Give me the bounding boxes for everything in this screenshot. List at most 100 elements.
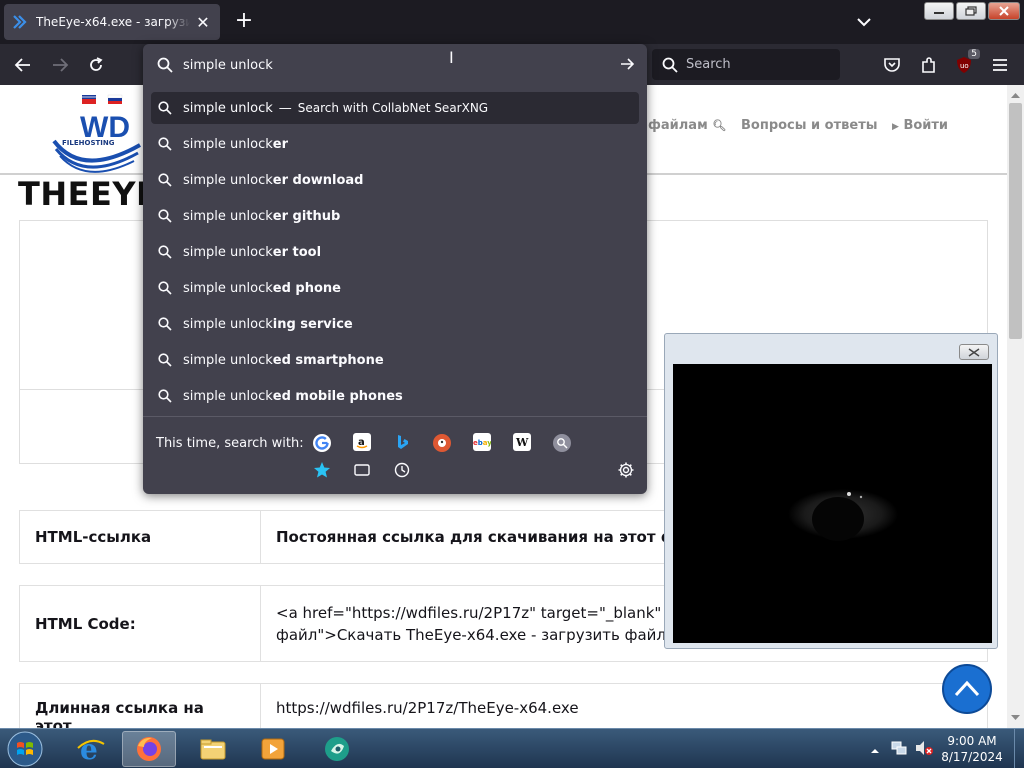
this-time-search-label: This time, search with:: [156, 436, 304, 451]
start-button[interactable]: [4, 731, 46, 767]
amazon-icon[interactable]: a: [353, 433, 371, 451]
row-key: HTML-ссылка: [20, 511, 261, 563]
close-window-button[interactable]: [988, 2, 1020, 20]
bookmarks-star-icon[interactable]: [313, 461, 331, 479]
tab-active[interactable]: TheEye-x64.exe - загрузить фай ✕: [4, 4, 220, 40]
search-icon: [157, 244, 173, 260]
scrollbar-thumb[interactable]: [1009, 103, 1022, 339]
arrow-left-icon: [14, 58, 30, 72]
history-clock-icon[interactable]: [393, 461, 411, 479]
svg-text:ebay: ebay: [473, 439, 491, 447]
show-desktop-button[interactable]: [1014, 729, 1024, 768]
tab-close-icon[interactable]: ✕: [194, 13, 212, 32]
puzzle-icon: [922, 57, 935, 73]
html-code-line-2: файл">Скачать TheEye-x64.exe - загрузить…: [276, 625, 693, 644]
network-icon: [891, 741, 907, 755]
suggestion-prefix: simple unlock: [183, 316, 273, 332]
nav-link-faq[interactable]: Вопросы и ответы: [741, 118, 877, 133]
search-icon: [157, 352, 173, 368]
search-icon: [157, 57, 173, 73]
forward-button[interactable]: [47, 52, 73, 78]
suggestion-item[interactable]: simple unlock er: [151, 128, 639, 160]
menu-button[interactable]: [988, 53, 1012, 77]
taskbar-media-player[interactable]: [246, 731, 300, 767]
reload-button[interactable]: [83, 52, 109, 78]
restore-icon: [965, 6, 977, 16]
go-arrow-icon[interactable]: [619, 56, 635, 72]
clock-time: 9:00 AM: [947, 734, 997, 748]
page-scrollbar[interactable]: [1007, 85, 1024, 728]
windows-taskbar: e 9:00 AM 8/17/2024: [0, 728, 1024, 768]
scroll-up-arrow-icon[interactable]: [1007, 87, 1024, 103]
suggestion-prefix: simple unlock: [183, 172, 273, 188]
chevron-up-icon: [871, 749, 879, 753]
google-icon[interactable]: [313, 434, 331, 452]
system-clock[interactable]: 9:00 AM 8/17/2024: [940, 733, 1004, 765]
suggestion-item[interactable]: simple unlock ed mobile phones: [151, 380, 639, 412]
suggestion-item[interactable]: simple unlock er tool: [151, 236, 639, 268]
row-value[interactable]: https://wdfiles.ru/2P17z/TheEye-x64.exe: [261, 684, 987, 717]
suggestion-completion: ed phone: [272, 280, 341, 296]
volume-tray-icon[interactable]: [914, 739, 934, 761]
taskbar-file-explorer[interactable]: [186, 731, 240, 767]
suggestion-item[interactable]: simple unlock ed smartphone: [151, 344, 639, 376]
svg-text:e: e: [80, 734, 98, 764]
restore-button[interactable]: [956, 2, 986, 20]
suggestion-engine-text: Search with CollabNet SearXNG: [297, 101, 489, 115]
address-input-value[interactable]: simple unlock: [183, 58, 273, 73]
suggestion-completion: ed smartphone: [272, 352, 384, 368]
taskbar-internet-explorer[interactable]: e: [64, 731, 118, 767]
ublock-button[interactable]: uo 5: [952, 49, 980, 77]
show-hidden-icons-button[interactable]: [870, 741, 880, 760]
minimize-icon: [934, 12, 944, 14]
searxng-icon[interactable]: [553, 434, 571, 452]
back-button[interactable]: [10, 52, 36, 78]
suggestion-item[interactable]: simple unlock er download: [151, 164, 639, 196]
pocket-button[interactable]: [880, 53, 904, 77]
extension-badge: 5: [968, 49, 980, 59]
nav-link-login[interactable]: ▶ Войти: [892, 118, 948, 133]
suggestion-completion: er github: [272, 208, 341, 224]
suggestion-prefix: simple unlock: [183, 280, 273, 296]
video-popup-window[interactable]: [664, 333, 998, 649]
wikipedia-icon[interactable]: W: [513, 433, 531, 451]
site-logo[interactable]: WD FILEHOSTING: [52, 93, 144, 173]
chevron-up-icon: [954, 680, 980, 697]
tab-title: TheEye-x64.exe - загрузить фай: [36, 15, 190, 29]
tabs-icon[interactable]: [353, 461, 371, 479]
extensions-button[interactable]: [917, 53, 941, 77]
suggestion-completion: ing service: [272, 316, 353, 332]
suggestion-text: simple unlock: [183, 100, 273, 116]
suggestion-item[interactable]: simple unlock ed phone: [151, 272, 639, 304]
bing-icon[interactable]: [393, 433, 411, 451]
network-tray-icon[interactable]: [890, 739, 908, 761]
taskbar-app[interactable]: [310, 731, 364, 767]
suggestion-item[interactable]: simple unlock er github: [151, 200, 639, 232]
table-row: Длинная ссылка на этот https://wdfiles.r…: [19, 683, 988, 728]
duckduckgo-icon[interactable]: [433, 434, 451, 452]
suggestion-item[interactable]: simple unlock ing service: [151, 308, 639, 340]
media-player-icon: [261, 738, 285, 760]
search-icon: [157, 316, 173, 332]
search-icon: [157, 208, 173, 224]
suggestion-dash: —: [278, 100, 292, 116]
new-tab-button[interactable]: +: [232, 10, 256, 34]
suggestion-completion: er download: [272, 172, 364, 188]
taskbar-firefox[interactable]: [122, 731, 176, 767]
ebay-icon[interactable]: ebay: [473, 433, 491, 451]
search-icon: [157, 388, 173, 404]
video-close-button[interactable]: [959, 344, 989, 360]
suggestion-completion: er tool: [272, 244, 322, 260]
suggestion-completion: ed mobile phones: [272, 388, 403, 404]
scroll-to-top-button[interactable]: [942, 664, 992, 714]
search-bar[interactable]: Search: [652, 49, 840, 80]
suggestion-item[interactable]: simple unlock — Search with CollabNet Se…: [151, 92, 639, 124]
search-settings-gear-icon[interactable]: [617, 461, 635, 479]
minimize-button[interactable]: [924, 2, 954, 20]
nav-link-files[interactable]: файлам 🔍︎: [648, 118, 726, 133]
divider: [143, 416, 647, 417]
scroll-down-arrow-icon[interactable]: [1007, 710, 1024, 726]
list-all-tabs-button[interactable]: [852, 12, 876, 32]
address-bar[interactable]: simple unlock: [143, 44, 647, 86]
window-controls: [924, 2, 1020, 20]
